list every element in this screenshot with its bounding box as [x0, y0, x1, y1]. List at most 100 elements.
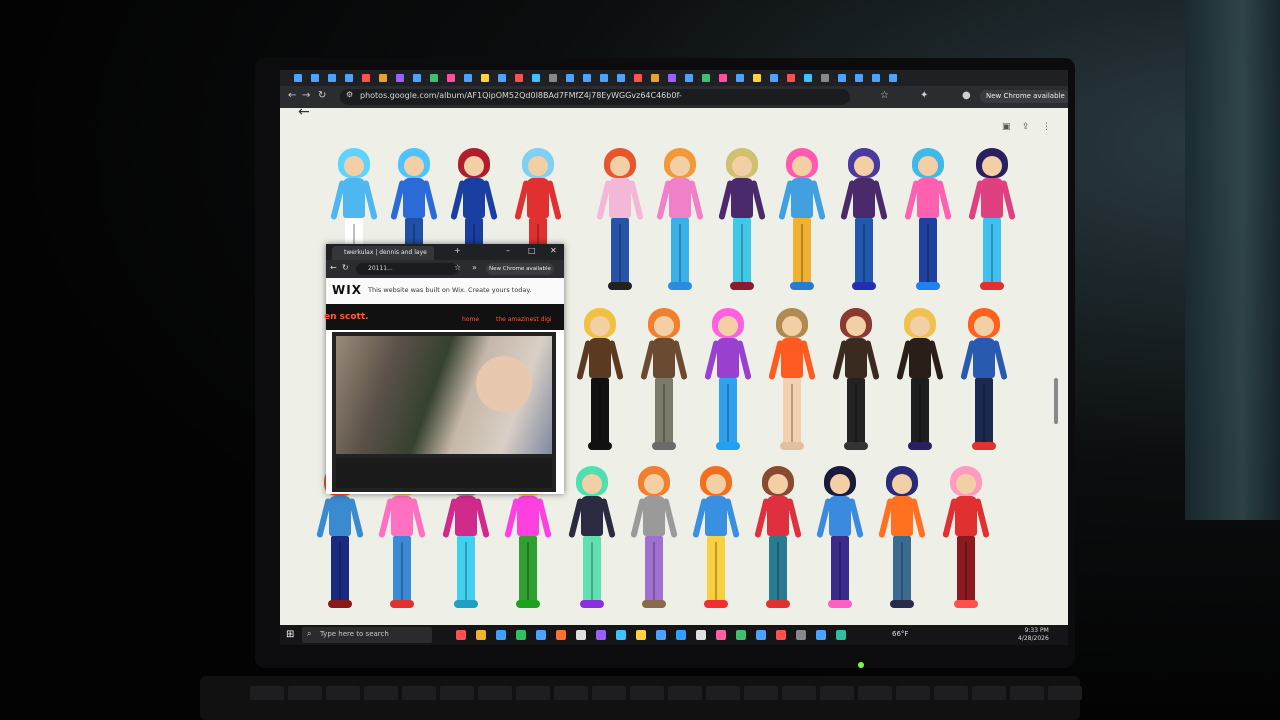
browser-tab[interactable]: [583, 74, 591, 82]
nav-home-link[interactable]: home: [462, 316, 479, 323]
character-figure[interactable]: [754, 466, 802, 616]
browser-tab[interactable]: [464, 74, 472, 82]
taskbar-app-icon[interactable]: [656, 630, 666, 640]
new-chrome-available-button[interactable]: New Chrome available: [980, 90, 1068, 103]
popup-new-chrome-button[interactable]: New Chrome available: [486, 263, 554, 275]
browser-tab[interactable]: [311, 74, 319, 82]
video-player[interactable]: [332, 332, 556, 492]
taskbar-app-icon[interactable]: [596, 630, 606, 640]
taskbar-app-icon[interactable]: [636, 630, 646, 640]
taskbar-app-icon[interactable]: [536, 630, 546, 640]
maximize-icon[interactable]: □: [528, 246, 536, 255]
windows-start-icon[interactable]: ⊞: [286, 629, 294, 640]
character-figure[interactable]: [968, 148, 1016, 298]
browser-tab[interactable]: [498, 74, 506, 82]
taskbar-app-icon[interactable]: [676, 630, 686, 640]
browser-tab[interactable]: [515, 74, 523, 82]
extensions-icon[interactable]: ✦: [920, 90, 928, 101]
character-figure[interactable]: [778, 148, 826, 298]
browser-tab[interactable]: [617, 74, 625, 82]
wix-banner[interactable]: WIX This website was built on Wix. Creat…: [326, 278, 564, 305]
browser-tab[interactable]: [719, 74, 727, 82]
taskbar-app-icon[interactable]: [456, 630, 466, 640]
taskbar-app-icon[interactable]: [816, 630, 826, 640]
character-figure[interactable]: [596, 148, 644, 298]
upload-icon[interactable]: ⇪: [1022, 122, 1030, 132]
taskbar-app-icon[interactable]: [736, 630, 746, 640]
forward-icon[interactable]: →: [302, 90, 310, 101]
site-info-icon[interactable]: ⚙: [346, 90, 353, 99]
browser-tab[interactable]: [600, 74, 608, 82]
popup-reload-icon[interactable]: ↻: [342, 263, 349, 272]
browser-tab[interactable]: [838, 74, 846, 82]
popup-star-icon[interactable]: ☆: [454, 263, 461, 272]
character-figure[interactable]: [768, 308, 816, 458]
browser-tab[interactable]: [753, 74, 761, 82]
character-figure[interactable]: [904, 148, 952, 298]
taskbar-app-icon[interactable]: [576, 630, 586, 640]
character-figure[interactable]: [568, 466, 616, 616]
taskbar-app-icon[interactable]: [716, 630, 726, 640]
browser-tab[interactable]: [566, 74, 574, 82]
character-figure[interactable]: [630, 466, 678, 616]
browser-tab[interactable]: [634, 74, 642, 82]
browser-tab-strip[interactable]: [280, 70, 1068, 86]
popup-tab[interactable]: twerkulax | dennis and laye: [332, 246, 434, 260]
character-figure[interactable]: [576, 308, 624, 458]
nav-amazinest-link[interactable]: the amazinest digi: [496, 316, 552, 323]
taskbar-app-icon[interactable]: [836, 630, 846, 640]
back-icon[interactable]: ←: [288, 90, 296, 101]
browser-tab[interactable]: [770, 74, 778, 82]
popup-address-bar[interactable]: 20111...: [356, 263, 458, 275]
taskbar-app-icon[interactable]: [516, 630, 526, 640]
video-controls[interactable]: [336, 458, 552, 488]
taskbar-app-icon[interactable]: [776, 630, 786, 640]
taskbar-app-icon[interactable]: [476, 630, 486, 640]
character-figure[interactable]: [896, 308, 944, 458]
browser-tab[interactable]: [855, 74, 863, 82]
browser-tab[interactable]: [685, 74, 693, 82]
taskbar-search-input[interactable]: ⌕ Type here to search: [302, 627, 432, 643]
browser-tab[interactable]: [736, 74, 744, 82]
browser-tab[interactable]: [396, 74, 404, 82]
browser-tab[interactable]: [413, 74, 421, 82]
browser-tab[interactable]: [787, 74, 795, 82]
album-back-arrow-icon[interactable]: ←: [298, 104, 310, 120]
popup-expand-icon[interactable]: »: [472, 263, 477, 272]
character-figure[interactable]: [718, 148, 766, 298]
taskbar-app-icon[interactable]: [556, 630, 566, 640]
browser-tab[interactable]: [328, 74, 336, 82]
character-figure[interactable]: [640, 308, 688, 458]
browser-tab[interactable]: [532, 74, 540, 82]
reload-icon[interactable]: ↻: [318, 90, 326, 101]
character-figure[interactable]: [832, 308, 880, 458]
taskbar-app-icon[interactable]: [696, 630, 706, 640]
profile-icon[interactable]: ●: [962, 90, 971, 101]
close-icon[interactable]: ✕: [550, 246, 557, 255]
browser-tab[interactable]: [549, 74, 557, 82]
taskbar-app-icon[interactable]: [756, 630, 766, 640]
site-name[interactable]: en scott.: [324, 312, 369, 322]
new-tab-icon[interactable]: +: [454, 246, 461, 255]
browser-tab[interactable]: [345, 74, 353, 82]
character-figure[interactable]: [816, 466, 864, 616]
browser-tab[interactable]: [889, 74, 897, 82]
browser-tab[interactable]: [481, 74, 489, 82]
character-figure[interactable]: [656, 148, 704, 298]
browser-tab[interactable]: [651, 74, 659, 82]
browser-tab[interactable]: [821, 74, 829, 82]
popup-back-icon[interactable]: ←: [330, 263, 337, 272]
weather-widget[interactable]: 66°F: [892, 630, 908, 638]
taskbar-app-icon[interactable]: [616, 630, 626, 640]
browser-tab[interactable]: [294, 74, 302, 82]
system-clock[interactable]: 9:33 PM 4/28/2026: [1018, 627, 1049, 643]
address-bar[interactable]: ⚙ photos.google.com/album/AF1QipOM52Qd0I…: [340, 89, 850, 105]
character-figure[interactable]: [942, 466, 990, 616]
add-to-album-icon[interactable]: ▣: [1002, 122, 1011, 132]
browser-tab[interactable]: [668, 74, 676, 82]
character-figure[interactable]: [692, 466, 740, 616]
browser-tab[interactable]: [872, 74, 880, 82]
browser-tab[interactable]: [362, 74, 370, 82]
browser-tab[interactable]: [379, 74, 387, 82]
wix-message[interactable]: This website was built on Wix. Create yo…: [368, 286, 531, 294]
